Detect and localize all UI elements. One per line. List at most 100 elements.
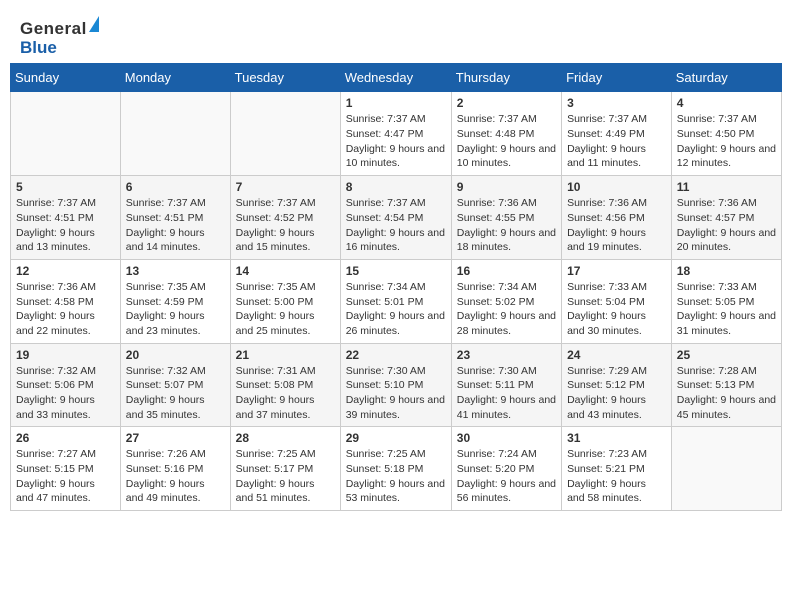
calendar-cell: 30 Sunrise: 7:24 AMSunset: 5:20 PMDayligh… [451,427,561,511]
calendar-cell: 21Sunrise: 7:31 AMSunset: 5:08 PMDayligh… [230,343,340,427]
day-number: 30 [457,431,556,445]
day-number: 7 [236,180,335,194]
calendar-table: SundayMondayTuesdayWednesdayThursdayFrid… [10,63,782,511]
calendar-cell: 11 Sunrise: 7:36 AMSunset: 4:57 PMDayligh… [671,176,781,260]
day-number: 8 [346,180,446,194]
calendar-cell: 31 Sunrise: 7:23 AMSunset: 5:21 PMDayligh… [562,427,672,511]
day-info: Sunrise: 7:37 AMSunset: 4:48 PMDaylight:… [457,113,556,169]
day-number: 27 [126,431,225,445]
weekday-header-thursday: Thursday [451,64,561,92]
day-info: Sunrise: 7:34 AMSunset: 5:01 PMDaylight:… [346,281,445,337]
day-number: 22 [346,348,446,362]
day-info: Sunrise: 7:32 AMSunset: 5:06 PMDaylight:… [16,365,96,421]
day-number: 28 [236,431,335,445]
logo-blue: Blue [20,39,99,58]
day-info: Sunrise: 7:33 AMSunset: 5:05 PMDaylight:… [677,281,776,337]
calendar-cell: 16Sunrise: 7:34 AMSunset: 5:02 PMDayligh… [451,259,561,343]
day-info: Sunrise: 7:36 AMSunset: 4:56 PMDaylight:… [567,197,647,253]
calendar-cell: 10 Sunrise: 7:36 AMSunset: 4:56 PMDayligh… [562,176,672,260]
day-info: Sunrise: 7:23 AMSunset: 5:21 PMDaylight:… [567,448,647,504]
weekday-header-wednesday: Wednesday [340,64,451,92]
day-number: 25 [677,348,776,362]
calendar-cell: 7 Sunrise: 7:37 AMSunset: 4:52 PMDaylight… [230,176,340,260]
day-number: 6 [126,180,225,194]
weekday-header-friday: Friday [562,64,672,92]
day-number: 20 [126,348,225,362]
calendar-cell [671,427,781,511]
day-number: 16 [457,264,556,278]
day-number: 14 [236,264,335,278]
day-number: 15 [346,264,446,278]
day-number: 23 [457,348,556,362]
day-number: 24 [567,348,666,362]
calendar-cell: 24 Sunrise: 7:29 AMSunset: 5:12 PMDayligh… [562,343,672,427]
day-info: Sunrise: 7:32 AMSunset: 5:07 PMDaylight:… [126,365,206,421]
day-info: Sunrise: 7:30 AMSunset: 5:10 PMDaylight:… [346,365,445,421]
page-header: General Blue [10,10,782,63]
calendar-cell: 28 Sunrise: 7:25 AMSunset: 5:17 PMDayligh… [230,427,340,511]
day-number: 10 [567,180,666,194]
calendar-cell: 12 Sunrise: 7:36 AMSunset: 4:58 PMDayligh… [11,259,121,343]
calendar-cell: 29 Sunrise: 7:25 AMSunset: 5:18 PMDayligh… [340,427,451,511]
day-number: 17 [567,264,666,278]
day-info: Sunrise: 7:37 AMSunset: 4:54 PMDaylight:… [346,197,445,253]
day-info: Sunrise: 7:36 AMSunset: 4:55 PMDaylight:… [457,197,556,253]
day-info: Sunrise: 7:37 AMSunset: 4:51 PMDaylight:… [126,197,206,253]
day-number: 31 [567,431,666,445]
calendar-cell: 13 Sunrise: 7:35 AMSunset: 4:59 PMDayligh… [120,259,230,343]
calendar-cell: 23Sunrise: 7:30 AMSunset: 5:11 PMDayligh… [451,343,561,427]
day-info: Sunrise: 7:37 AMSunset: 4:50 PMDaylight:… [677,113,776,169]
day-info: Sunrise: 7:37 AMSunset: 4:49 PMDaylight:… [567,113,647,169]
day-number: 18 [677,264,776,278]
day-number: 19 [16,348,115,362]
day-info: Sunrise: 7:37 AMSunset: 4:52 PMDaylight:… [236,197,316,253]
calendar-cell: 27Sunrise: 7:26 AMSunset: 5:16 PMDayligh… [120,427,230,511]
calendar-cell [11,92,121,176]
day-number: 29 [346,431,446,445]
day-info: Sunrise: 7:37 AMSunset: 4:47 PMDaylight:… [346,113,445,169]
day-number: 26 [16,431,115,445]
weekday-header-tuesday: Tuesday [230,64,340,92]
calendar-cell [230,92,340,176]
weekday-header-sunday: Sunday [11,64,121,92]
day-info: Sunrise: 7:27 AMSunset: 5:15 PMDaylight:… [16,448,96,504]
day-info: Sunrise: 7:24 AMSunset: 5:20 PMDaylight:… [457,448,556,504]
day-number: 4 [677,96,776,110]
day-number: 9 [457,180,556,194]
day-info: Sunrise: 7:29 AMSunset: 5:12 PMDaylight:… [567,365,647,421]
day-info: Sunrise: 7:35 AMSunset: 5:00 PMDaylight:… [236,281,316,337]
day-info: Sunrise: 7:25 AMSunset: 5:18 PMDaylight:… [346,448,445,504]
calendar-cell: 20 Sunrise: 7:32 AMSunset: 5:07 PMDayligh… [120,343,230,427]
calendar-cell: 19 Sunrise: 7:32 AMSunset: 5:06 PMDayligh… [11,343,121,427]
day-number: 13 [126,264,225,278]
calendar-cell: 6 Sunrise: 7:37 AMSunset: 4:51 PMDaylight… [120,176,230,260]
day-number: 2 [457,96,556,110]
day-number: 5 [16,180,115,194]
calendar-cell: 22 Sunrise: 7:30 AMSunset: 5:10 PMDayligh… [340,343,451,427]
day-info: Sunrise: 7:36 AMSunset: 4:58 PMDaylight:… [16,281,96,337]
day-info: Sunrise: 7:35 AMSunset: 4:59 PMDaylight:… [126,281,206,337]
day-info: Sunrise: 7:31 AMSunset: 5:08 PMDaylight:… [236,365,316,421]
calendar-cell: 9 Sunrise: 7:36 AMSunset: 4:55 PMDaylight… [451,176,561,260]
calendar-cell: 14 Sunrise: 7:35 AMSunset: 5:00 PMDayligh… [230,259,340,343]
calendar-cell: 26 Sunrise: 7:27 AMSunset: 5:15 PMDayligh… [11,427,121,511]
day-number: 11 [677,180,776,194]
day-info: Sunrise: 7:28 AMSunset: 5:13 PMDaylight:… [677,365,776,421]
day-info: Sunrise: 7:25 AMSunset: 5:17 PMDaylight:… [236,448,316,504]
day-number: 1 [346,96,446,110]
calendar-cell: 15 Sunrise: 7:34 AMSunset: 5:01 PMDayligh… [340,259,451,343]
calendar-cell: 25 Sunrise: 7:28 AMSunset: 5:13 PMDayligh… [671,343,781,427]
day-number: 3 [567,96,666,110]
logo-general: General [20,18,99,39]
weekday-header-monday: Monday [120,64,230,92]
calendar-cell: 17Sunrise: 7:33 AMSunset: 5:04 PMDayligh… [562,259,672,343]
calendar-cell [120,92,230,176]
day-number: 12 [16,264,115,278]
calendar-cell: 8 Sunrise: 7:37 AMSunset: 4:54 PMDaylight… [340,176,451,260]
calendar-cell: 1 Sunrise: 7:37 AMSunset: 4:47 PMDaylight… [340,92,451,176]
weekday-header-saturday: Saturday [671,64,781,92]
day-info: Sunrise: 7:36 AMSunset: 4:57 PMDaylight:… [677,197,776,253]
day-info: Sunrise: 7:37 AMSunset: 4:51 PMDaylight:… [16,197,96,253]
calendar-cell: 5 Sunrise: 7:37 AMSunset: 4:51 PMDaylight… [11,176,121,260]
calendar-cell: 3 Sunrise: 7:37 AMSunset: 4:49 PMDaylight… [562,92,672,176]
